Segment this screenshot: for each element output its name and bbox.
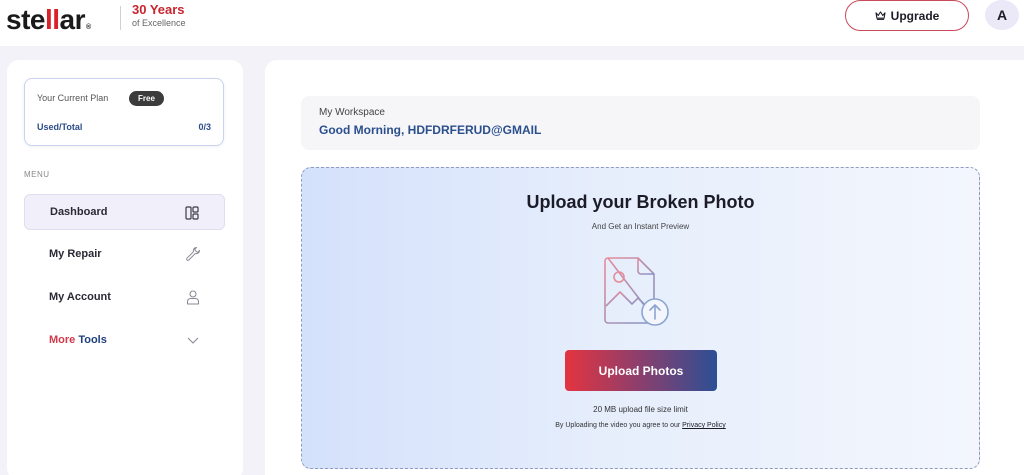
- more-tools-label-part1: More: [49, 334, 79, 346]
- dashboard-icon: [185, 206, 199, 220]
- upload-photos-button[interactable]: Upload Photos: [565, 350, 717, 391]
- upgrade-label: Upgrade: [890, 8, 940, 23]
- plan-label: Your Current Plan: [37, 93, 109, 103]
- sidebar-item-label: My Repair: [49, 248, 102, 260]
- anniversary-subtitle: of Excellence: [132, 18, 186, 28]
- workspace-header: My Workspace Good Morning, HDFDRFERUD@GM…: [301, 96, 980, 150]
- logo-text-mid: ll: [44, 4, 60, 35]
- more-tools-label-part2: Tools: [78, 334, 107, 346]
- plan-badge: Free: [129, 91, 164, 106]
- sidebar: Your Current Plan Free Used/Total 0/3 ME…: [7, 60, 243, 475]
- agreement-text: By Uploading the video you agree to our: [555, 422, 681, 429]
- upgrade-button[interactable]: Upgrade: [845, 0, 969, 31]
- plan-used-label: Used/Total: [37, 122, 83, 132]
- anniversary-badge: 30 Years of Excellence: [132, 3, 186, 30]
- crown-icon: [875, 11, 886, 20]
- registered-mark: ®: [86, 24, 91, 31]
- more-tools-label: More Tools: [49, 334, 107, 346]
- current-plan-card: Your Current Plan Free Used/Total 0/3: [24, 78, 224, 146]
- chevron-down-icon: [187, 337, 199, 344]
- logo-text-end: ar: [59, 4, 86, 35]
- upload-size-limit: 20 MB upload file size limit: [593, 405, 688, 414]
- upload-title: Upload your Broken Photo: [526, 192, 755, 212]
- plan-used-count: 0/3: [198, 122, 211, 132]
- upload-dropzone[interactable]: Upload your Broken Photo And Get an Inst…: [301, 167, 980, 469]
- stellar-logo[interactable]: ste ll ar ®: [6, 4, 91, 35]
- upload-subtitle: And Get an Instant Preview: [591, 222, 690, 231]
- anniversary-title: 30 Years: [132, 2, 185, 17]
- logo-text-start: ste: [6, 4, 45, 35]
- greeting-text: Good Morning, HDFDRFERUD@GMAIL: [319, 123, 542, 137]
- logo-divider: [120, 6, 121, 30]
- main-panel: My Workspace Good Morning, HDFDRFERUD@GM…: [265, 60, 1024, 475]
- terms-agreement: By Uploading the video you agree to our …: [302, 422, 979, 429]
- top-header: ste ll ar ® 30 Years of Excellence Upgrade …: [0, 0, 1024, 46]
- sidebar-item-dashboard[interactable]: Dashboard: [24, 194, 225, 230]
- privacy-policy-link[interactable]: Privacy Policy: [682, 422, 726, 429]
- sidebar-item-my-account[interactable]: My Account: [24, 279, 225, 315]
- sidebar-item-more-tools[interactable]: More Tools: [24, 322, 225, 358]
- workspace-label: My Workspace: [319, 107, 385, 118]
- avatar[interactable]: A: [985, 0, 1019, 30]
- sidebar-item-label: My Account: [49, 291, 111, 303]
- sidebar-item-my-repair[interactable]: My Repair: [24, 236, 225, 272]
- menu-heading: MENU: [24, 170, 50, 179]
- sidebar-item-label: Dashboard: [50, 206, 108, 218]
- photo-upload-icon: [604, 257, 669, 326]
- user-icon: [186, 290, 200, 305]
- wrench-icon: [186, 247, 200, 261]
